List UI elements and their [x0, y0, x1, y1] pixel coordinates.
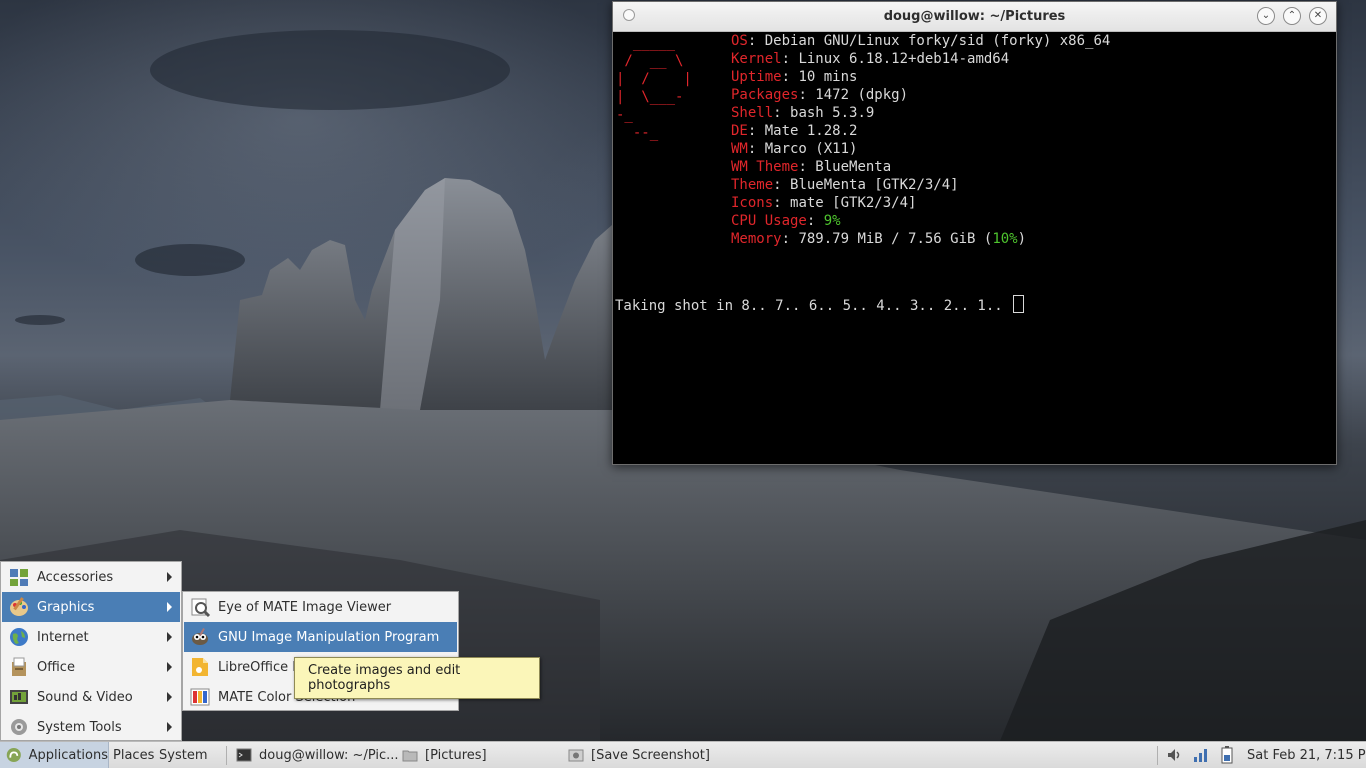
- submenu-arrow-icon: [167, 602, 172, 612]
- taskbar-item-pictures[interactable]: [Pictures]: [402, 742, 562, 768]
- info-line-de: DE: Mate 1.28.2: [731, 123, 858, 139]
- taskbar-item-terminal[interactable]: doug@willow: ~/Pic...: [236, 742, 399, 768]
- info-line-wm: WM: Marco (X11): [731, 141, 858, 157]
- info-line-cpu: CPU Usage: 9%: [731, 213, 841, 229]
- window-title: doug@willow: ~/Pictures: [883, 9, 1066, 24]
- network-icon: [1194, 749, 1207, 762]
- sound-video-icon: [10, 690, 28, 704]
- minimize-button[interactable]: ⌄: [1257, 7, 1275, 25]
- menu-item-sound-video[interactable]: Sound & Video: [2, 682, 180, 712]
- system-info: OS: Debian GNU/Linux forky/sid (forky) x…: [731, 32, 1110, 248]
- libreoffice-draw-icon: [192, 658, 208, 676]
- internet-icon: [10, 628, 28, 646]
- office-icon: [12, 657, 26, 676]
- applications-menu: Accessories Graphics Internet Office Sou…: [0, 561, 182, 741]
- terminal-window[interactable]: doug@willow: ~/Pictures ⌄ ⌃ ✕ _____ / __…: [612, 1, 1337, 465]
- network-indicator[interactable]: [1192, 742, 1210, 768]
- gimp-tooltip: Create images and edit photographs: [294, 657, 540, 699]
- places-menu-button[interactable]: Places: [113, 742, 154, 768]
- image-viewer-icon: [191, 598, 211, 618]
- panel-separator: [226, 746, 227, 765]
- volume-indicator[interactable]: [1166, 742, 1184, 768]
- clock[interactable]: Sat Feb 21, 7:15 PM: [1247, 742, 1366, 768]
- bottom-panel: Applications Places System doug@willow: …: [0, 741, 1366, 768]
- menu-item-accessories[interactable]: Accessories: [2, 562, 180, 592]
- battery-icon: [1221, 746, 1233, 764]
- panel-separator: [1157, 746, 1158, 765]
- folder-icon: [402, 750, 418, 762]
- info-line-shell: Shell: bash 5.3.9: [731, 105, 875, 121]
- submenu-arrow-icon: [167, 692, 172, 702]
- window-titlebar[interactable]: doug@willow: ~/Pictures ⌄ ⌃ ✕: [613, 2, 1336, 32]
- maximize-button[interactable]: ⌃: [1283, 7, 1301, 25]
- color-selection-icon: [190, 688, 210, 706]
- info-line-kernel: Kernel: Linux 6.18.12+deb14-amd64: [731, 51, 1010, 67]
- menu-item-office[interactable]: Office: [2, 652, 180, 682]
- menu-item-system-tools[interactable]: System Tools: [2, 712, 180, 742]
- chevron-up-icon: ⌃: [1287, 10, 1297, 21]
- info-line-icons: Icons: mate [GTK2/3/4]: [731, 195, 917, 211]
- menu-item-graphics[interactable]: Graphics: [2, 592, 180, 622]
- taskbar-item-save-screenshot[interactable]: [Save Screenshot]: [568, 742, 738, 768]
- debian-logo-ascii: _____ / __ \ | / | | \___- -_ --_: [616, 35, 692, 141]
- close-icon: ✕: [1313, 10, 1323, 21]
- info-line-os: OS: Debian GNU/Linux forky/sid (forky) x…: [731, 33, 1111, 49]
- accessories-icon: [10, 569, 28, 586]
- chevron-down-icon: ⌄: [1261, 10, 1271, 21]
- terminal-icon: [236, 748, 252, 762]
- screenshot-icon: [568, 749, 584, 762]
- text-cursor: [1013, 295, 1025, 313]
- mate-logo-icon: [6, 747, 21, 763]
- menu-item-eye-of-mate[interactable]: Eye of MATE Image Viewer: [184, 592, 457, 622]
- applications-menu-button[interactable]: Applications: [0, 742, 109, 768]
- close-button[interactable]: ✕: [1309, 7, 1327, 25]
- submenu-arrow-icon: [167, 722, 172, 732]
- volume-icon: [1168, 749, 1180, 761]
- info-line-theme: Theme: BlueMenta [GTK2/3/4]: [731, 177, 959, 193]
- submenu-arrow-icon: [167, 572, 172, 582]
- info-line-memory: Memory: 789.79 MiB / 7.56 GiB (10%): [731, 231, 1027, 247]
- graphics-icon: [10, 597, 28, 616]
- menu-item-gimp[interactable]: GNU Image Manipulation Program: [184, 622, 457, 652]
- info-line-uptime: Uptime: 10 mins: [731, 69, 858, 85]
- gimp-icon: [192, 628, 208, 645]
- submenu-arrow-icon: [167, 662, 172, 672]
- info-line-packages: Packages: 1472 (dpkg): [731, 87, 909, 103]
- terminal-prompt: Taking shot in 8.. 7.. 6.. 5.. 4.. 3.. 2…: [615, 295, 1025, 314]
- info-line-wm-theme: WM Theme: BlueMenta: [731, 159, 892, 175]
- power-indicator[interactable]: [1218, 742, 1236, 768]
- system-menu-button[interactable]: System: [159, 742, 207, 768]
- system-tools-icon: [11, 719, 27, 735]
- terminal-content[interactable]: _____ / __ \ | / | | \___- -_ --_ OS: De…: [613, 32, 1336, 464]
- submenu-arrow-icon: [167, 632, 172, 642]
- menu-item-internet[interactable]: Internet: [2, 622, 180, 652]
